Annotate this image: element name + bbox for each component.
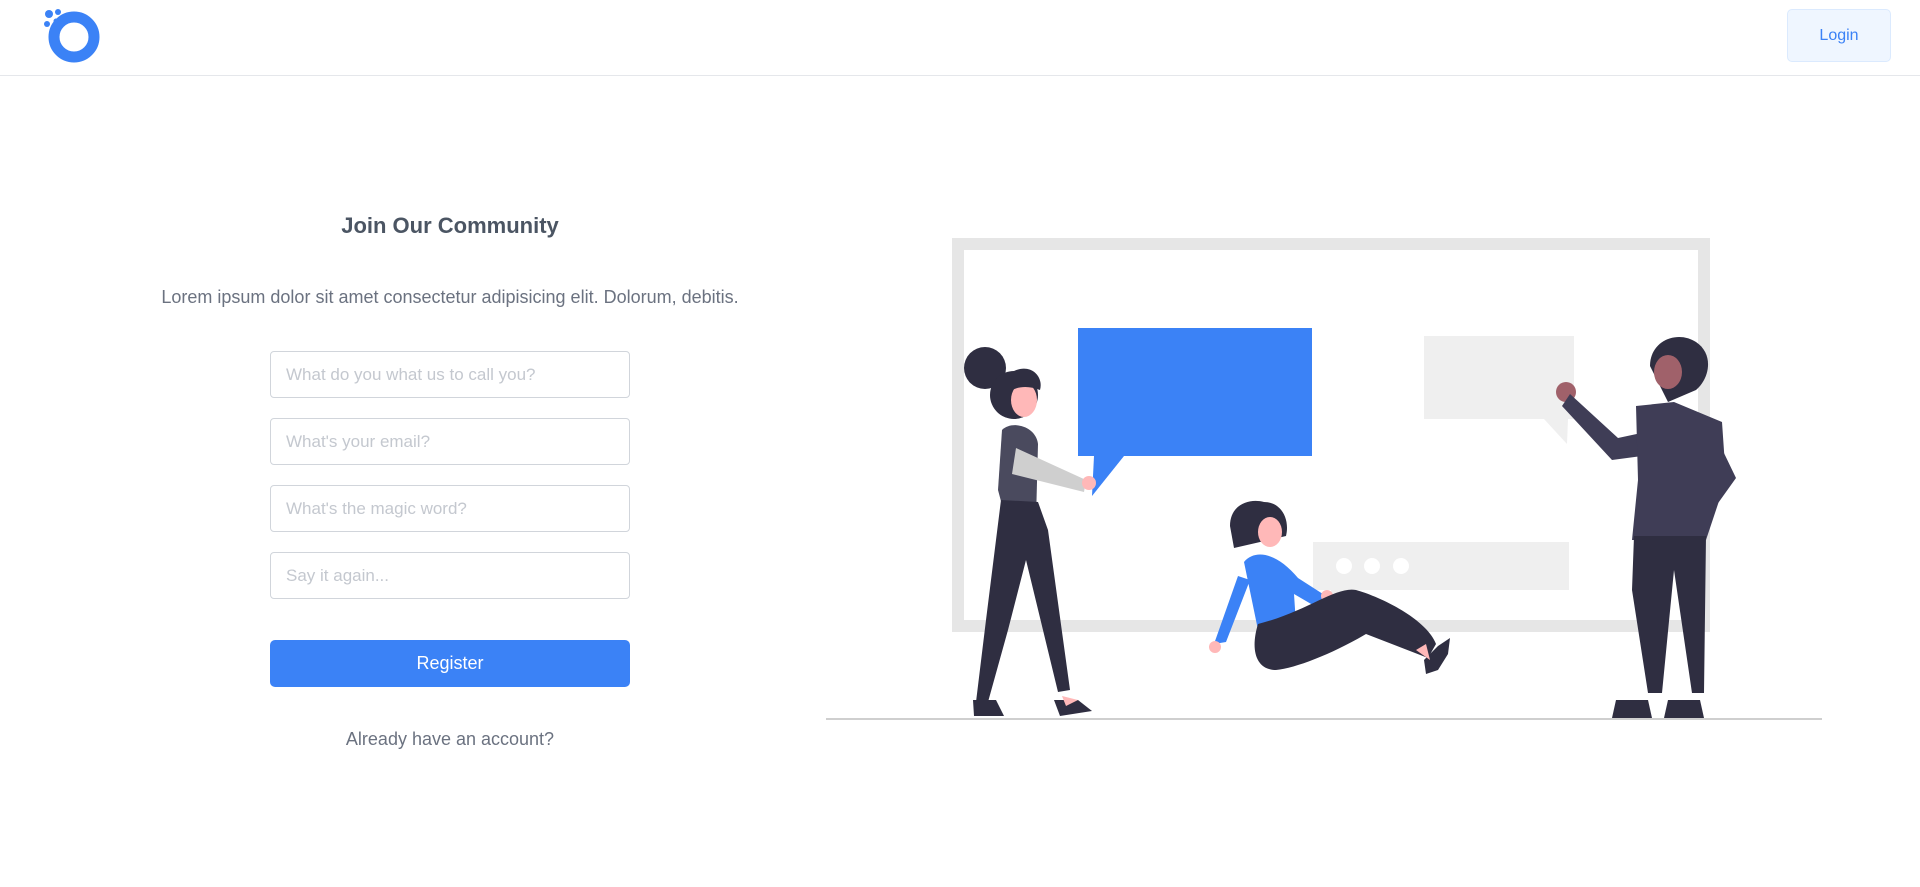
login-button[interactable]: Login bbox=[1787, 9, 1891, 62]
name-input[interactable] bbox=[270, 351, 630, 398]
people-chatting-illustration bbox=[826, 238, 1822, 720]
email-input[interactable] bbox=[270, 418, 630, 465]
page-subtitle: Lorem ipsum dolor sit amet consectetur a… bbox=[161, 287, 739, 307]
register-button[interactable]: Register bbox=[270, 640, 630, 687]
brand-logo-icon[interactable] bbox=[42, 8, 104, 64]
top-navbar: Login bbox=[0, 0, 1920, 76]
password-input[interactable] bbox=[270, 485, 630, 532]
already-have-account-link[interactable]: Already have an account? bbox=[0, 729, 900, 750]
register-form-section: Join Our Community Lorem ipsum dolor sit… bbox=[0, 76, 900, 887]
page-title: Join Our Community bbox=[341, 213, 559, 238]
confirm-password-input[interactable] bbox=[270, 552, 630, 599]
